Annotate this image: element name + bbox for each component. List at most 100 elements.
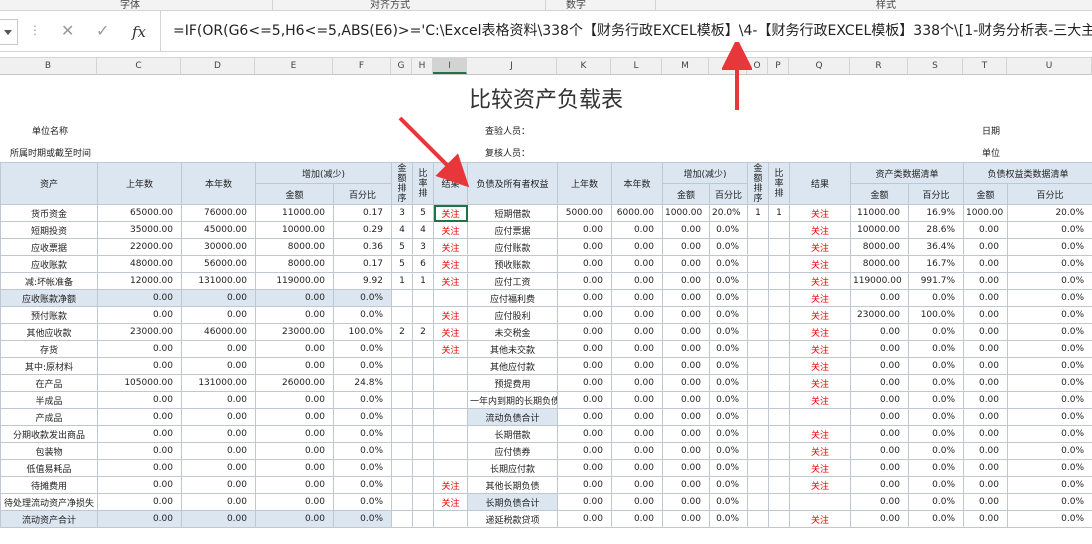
cell-D6[interactable]: 0.00 bbox=[181, 289, 256, 307]
cell-J2[interactable]: 应付票据 bbox=[467, 221, 558, 239]
cell-D9[interactable]: 0.00 bbox=[181, 340, 256, 358]
cell-T8[interactable]: 0.00 bbox=[963, 323, 1009, 341]
cell-T16[interactable]: 0.00 bbox=[963, 459, 1009, 477]
cell-U16[interactable]: 0.0% bbox=[1007, 459, 1092, 477]
cell-M12[interactable]: 0.00 bbox=[662, 391, 710, 409]
cell-O7[interactable] bbox=[747, 306, 769, 324]
cell-R1[interactable]: 11000.00 bbox=[850, 204, 909, 222]
cell-C4[interactable]: 48000.00 bbox=[97, 255, 182, 273]
cell-H11[interactable] bbox=[412, 374, 434, 392]
cell-G5[interactable]: 1 bbox=[391, 272, 413, 290]
cell-C17[interactable]: 0.00 bbox=[97, 476, 182, 494]
cell-L7[interactable]: 0.00 bbox=[611, 306, 663, 324]
cell-H3[interactable]: 3 bbox=[412, 238, 434, 256]
cell-J13[interactable]: 流动负债合计 bbox=[467, 408, 558, 426]
cell-O17[interactable] bbox=[747, 476, 769, 494]
column-header-H[interactable]: H bbox=[412, 58, 433, 74]
cell-O14[interactable] bbox=[747, 425, 769, 443]
cell-S18[interactable]: 0.0% bbox=[907, 493, 965, 511]
column-header-G[interactable]: G bbox=[391, 58, 412, 74]
cell-B16[interactable]: 低值易耗品 bbox=[0, 459, 98, 477]
column-header-D[interactable]: D bbox=[181, 58, 255, 74]
cell-P15[interactable] bbox=[768, 442, 790, 460]
cell-U3[interactable]: 0.0% bbox=[1007, 238, 1092, 256]
cell-S16[interactable]: 0.0% bbox=[907, 459, 965, 477]
cell-C8[interactable]: 23000.00 bbox=[97, 323, 182, 341]
cell-P3[interactable] bbox=[768, 238, 790, 256]
cell-B3[interactable]: 应收票据 bbox=[0, 238, 98, 256]
cell-Q5[interactable]: 关注 bbox=[789, 272, 851, 290]
cell-I7[interactable]: 关注 bbox=[433, 306, 468, 324]
cell-H1[interactable]: 5 bbox=[412, 204, 434, 222]
cell-C9[interactable]: 0.00 bbox=[97, 340, 182, 358]
cell-R17[interactable]: 0.00 bbox=[850, 476, 909, 494]
cell-U17[interactable]: 0.0% bbox=[1007, 476, 1092, 494]
cell-H8[interactable]: 2 bbox=[412, 323, 434, 341]
cell-L17[interactable]: 0.00 bbox=[611, 476, 663, 494]
cell-T2[interactable]: 0.00 bbox=[963, 221, 1009, 239]
cell-U10[interactable]: 0.0% bbox=[1007, 357, 1092, 375]
cell-I16[interactable] bbox=[433, 459, 468, 477]
cell-L18[interactable]: 0.00 bbox=[611, 493, 663, 511]
cell-T14[interactable]: 0.00 bbox=[963, 425, 1009, 443]
cell-Q6[interactable]: 关注 bbox=[789, 289, 851, 307]
cell-G6[interactable] bbox=[391, 289, 413, 307]
cell-Q18[interactable] bbox=[789, 493, 851, 511]
cell-H7[interactable] bbox=[412, 306, 434, 324]
cell-N5[interactable]: 0.0% bbox=[709, 272, 748, 290]
cell-S13[interactable]: 0.0% bbox=[907, 408, 965, 426]
cell-G1[interactable]: 3 bbox=[391, 204, 413, 222]
insert-function-button[interactable]: fx bbox=[132, 23, 146, 41]
cell-D19[interactable]: 0.00 bbox=[181, 510, 256, 528]
cell-T10[interactable]: 0.00 bbox=[963, 357, 1009, 375]
cell-O3[interactable] bbox=[747, 238, 769, 256]
cell-Q11[interactable]: 关注 bbox=[789, 374, 851, 392]
cell-L1[interactable]: 6000.00 bbox=[611, 204, 663, 222]
cell-E2[interactable]: 10000.00 bbox=[255, 221, 334, 239]
cell-G14[interactable] bbox=[391, 425, 413, 443]
cell-M13[interactable]: 0.00 bbox=[662, 408, 710, 426]
cell-C18[interactable]: 0.00 bbox=[97, 493, 182, 511]
cell-K5[interactable]: 0.00 bbox=[557, 272, 612, 290]
cell-N19[interactable]: 0.0% bbox=[709, 510, 748, 528]
cell-H5[interactable]: 1 bbox=[412, 272, 434, 290]
cell-Q19[interactable]: 关注 bbox=[789, 510, 851, 528]
cell-T17[interactable]: 0.00 bbox=[963, 476, 1009, 494]
cell-C5[interactable]: 12000.00 bbox=[97, 272, 182, 290]
cell-G12[interactable] bbox=[391, 391, 413, 409]
cell-D7[interactable]: 0.00 bbox=[181, 306, 256, 324]
cell-C13[interactable]: 0.00 bbox=[97, 408, 182, 426]
cell-I12[interactable] bbox=[433, 391, 468, 409]
cell-F9[interactable]: 0.0% bbox=[333, 340, 392, 358]
cell-R5[interactable]: 119000.00 bbox=[850, 272, 909, 290]
cell-D3[interactable]: 30000.00 bbox=[181, 238, 256, 256]
cell-B13[interactable]: 产成品 bbox=[0, 408, 98, 426]
cell-Q17[interactable]: 关注 bbox=[789, 476, 851, 494]
cell-Q3[interactable]: 关注 bbox=[789, 238, 851, 256]
cell-N4[interactable]: 0.0% bbox=[709, 255, 748, 273]
cell-R9[interactable]: 0.00 bbox=[850, 340, 909, 358]
cell-T9[interactable]: 0.00 bbox=[963, 340, 1009, 358]
cell-F19[interactable]: 0.0% bbox=[333, 510, 392, 528]
cell-T5[interactable]: 0.00 bbox=[963, 272, 1009, 290]
cell-D18[interactable]: 0.00 bbox=[181, 493, 256, 511]
confirm-formula-button[interactable]: ✓ bbox=[96, 21, 109, 41]
cell-Q2[interactable]: 关注 bbox=[789, 221, 851, 239]
cell-F5[interactable]: 9.92 bbox=[333, 272, 392, 290]
cell-R13[interactable]: 0.00 bbox=[850, 408, 909, 426]
cell-U12[interactable]: 0.0% bbox=[1007, 391, 1092, 409]
cell-C2[interactable]: 35000.00 bbox=[97, 221, 182, 239]
cell-Q7[interactable]: 关注 bbox=[789, 306, 851, 324]
cell-N7[interactable]: 0.0% bbox=[709, 306, 748, 324]
cell-L9[interactable]: 0.00 bbox=[611, 340, 663, 358]
cell-B6[interactable]: 应收账款净额 bbox=[0, 289, 98, 307]
cell-R4[interactable]: 8000.00 bbox=[850, 255, 909, 273]
cell-I15[interactable] bbox=[433, 442, 468, 460]
cell-F6[interactable]: 0.0% bbox=[333, 289, 392, 307]
cell-J19[interactable]: 递延税款贷项 bbox=[467, 510, 558, 528]
cell-N3[interactable]: 0.0% bbox=[709, 238, 748, 256]
cell-B14[interactable]: 分期收款发出商品 bbox=[0, 425, 98, 443]
cell-K14[interactable]: 0.00 bbox=[557, 425, 612, 443]
cell-P10[interactable] bbox=[768, 357, 790, 375]
cell-D17[interactable]: 0.00 bbox=[181, 476, 256, 494]
